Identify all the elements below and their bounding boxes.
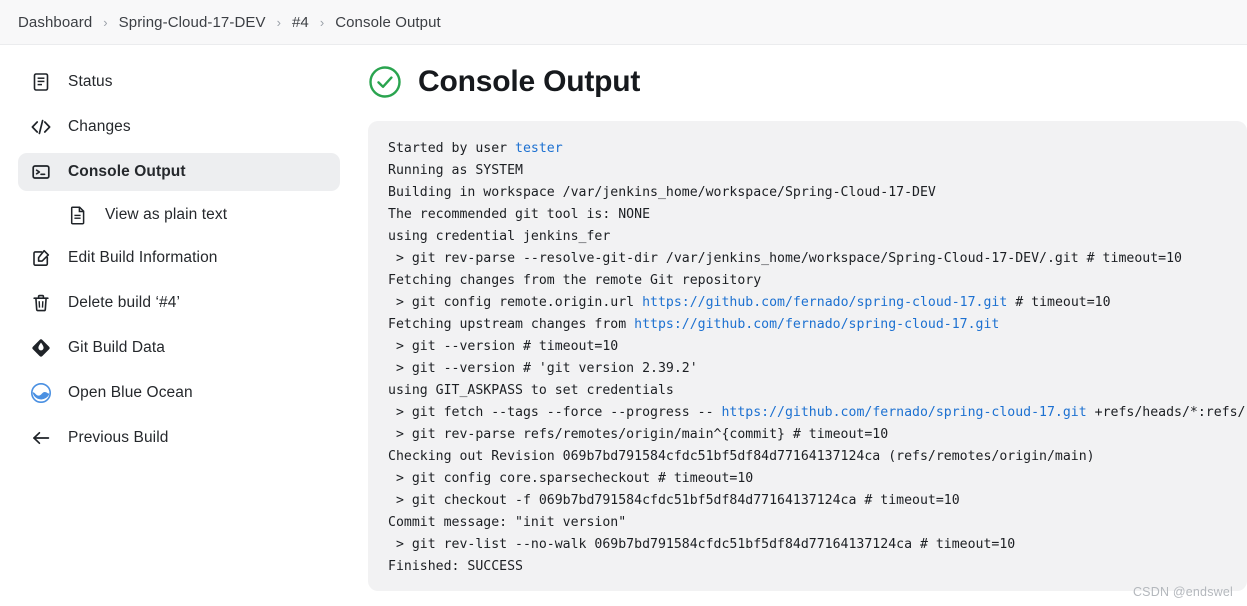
console-log-text: Checking out Revision 069b7bd791584cfdc5…	[388, 449, 1095, 464]
page-body: Status Changes Console Output View as plain…	[0, 45, 1247, 606]
console-log-line: Running as SYSTEM	[388, 160, 1247, 182]
sidebar-item-label: Git Build Data	[68, 339, 166, 356]
console-log-line: > git fetch --tags --force --progress --…	[388, 402, 1247, 424]
breadcrumb-item: Console Output	[335, 13, 441, 31]
console-log-link[interactable]: tester	[515, 141, 563, 156]
sidebar-item-label: Changes	[68, 118, 131, 135]
sidebar-item-changes[interactable]: Changes	[18, 108, 340, 146]
sidebar: Status Changes Console Output View as plain…	[0, 45, 360, 606]
sidebar-item-label: Edit Build Information	[68, 249, 218, 266]
breadcrumb-bar: Dashboard › Spring-Cloud-17-DEV › #4 › Console…	[0, 0, 1247, 45]
breadcrumb-item[interactable]: #4	[292, 14, 309, 31]
code-brackets-icon	[30, 116, 52, 138]
console-log-line: Fetching changes from the remote Git rep…	[388, 270, 1247, 292]
sidebar-item-console-output[interactable]: Console Output	[18, 153, 340, 191]
document-lines-icon	[30, 71, 52, 93]
console-log-link[interactable]: https://github.com/fernado/spring-cloud-…	[634, 317, 999, 332]
console-log-line: > git config core.sparsecheckout # timeo…	[388, 468, 1247, 490]
breadcrumb-separator: ›	[103, 14, 108, 30]
console-log-link[interactable]: https://github.com/fernado/spring-cloud-…	[721, 405, 1086, 420]
breadcrumb-separator: ›	[319, 14, 325, 30]
console-log-text: > git --version # 'git version 2.39.2'	[388, 361, 698, 376]
console-log-text: > git config core.sparsecheckout # timeo…	[388, 471, 754, 486]
sidebar-item-status[interactable]: Status	[18, 63, 340, 101]
console-log-text: using GIT_ASKPASS to set credentials	[388, 383, 674, 398]
console-log-link[interactable]: https://github.com/fernado/spring-cloud-…	[642, 295, 1007, 310]
success-check-circle-icon	[368, 65, 402, 99]
console-log-line: Started by user tester	[388, 138, 1247, 160]
console-log-text: Fetching changes from the remote Git rep…	[388, 273, 762, 288]
file-text-icon	[67, 204, 89, 226]
console-log-line: Building in workspace /var/jenkins_home/…	[388, 182, 1247, 204]
console-log-text: using credential jenkins_fer	[388, 229, 611, 244]
console-log-line: Checking out Revision 069b7bd791584cfdc5…	[388, 446, 1247, 468]
page-title: Console Output	[418, 65, 641, 98]
breadcrumb-separator: ›	[276, 14, 281, 30]
console-log-line: using credential jenkins_fer	[388, 226, 1247, 248]
console-log-text: > git rev-parse --resolve-git-dir /var/j…	[388, 251, 1182, 266]
console-log-text: > git rev-list --no-walk 069b7bd791584cf…	[388, 537, 1016, 552]
terminal-icon	[30, 161, 52, 183]
console-log-text: Commit message: "init version"	[388, 515, 627, 530]
sidebar-item-label: Previous Build	[68, 429, 169, 446]
console-log-line: > git --version # 'git version 2.39.2'	[388, 358, 1247, 380]
console-log-text: > git --version # timeout=10	[388, 339, 619, 354]
console-log-line: The recommended git tool is: NONE	[388, 204, 1247, 226]
console-log-line: using GIT_ASKPASS to set credentials	[388, 380, 1247, 402]
console-log-text: > git rev-parse refs/remotes/origin/main…	[388, 427, 889, 442]
sidebar-item-delete-build-4[interactable]: Delete build ‘#4’	[18, 284, 340, 322]
console-log-line: > git rev-parse refs/remotes/origin/main…	[388, 424, 1247, 446]
console-log-text: Running as SYSTEM	[388, 163, 523, 178]
arrow-left-icon	[30, 427, 52, 449]
console-log-text: Building in workspace /var/jenkins_home/…	[388, 185, 936, 200]
edit-pencil-icon	[30, 247, 52, 269]
console-log-text: > git checkout -f 069b7bd791584cfdc51bf5…	[388, 493, 960, 508]
main-content: Console Output Started by user tester Run…	[360, 45, 1247, 606]
sidebar-item-git-build-data[interactable]: Git Build Data	[18, 329, 340, 367]
console-log-line: Finished: SUCCESS	[388, 556, 1247, 578]
blue-ocean-icon	[30, 382, 52, 404]
console-log-line: > git checkout -f 069b7bd791584cfdc51bf5…	[388, 490, 1247, 512]
console-log-text: Finished: SUCCESS	[388, 559, 523, 574]
console-log-text: The recommended git tool is: NONE	[388, 207, 651, 222]
console-log-text: +refs/heads/*:refs/remotes/origin/* # ti…	[1094, 405, 1247, 420]
breadcrumb: Dashboard › Spring-Cloud-17-DEV › #4 › Console…	[18, 14, 441, 31]
breadcrumb-item[interactable]: Dashboard	[18, 14, 92, 31]
console-log-line: > git --version # timeout=10	[388, 336, 1247, 358]
watermark: CSDN @endswel	[1132, 585, 1233, 599]
sidebar-item-label: View as plain text	[105, 206, 228, 223]
console-log-line: > git rev-list --no-walk 069b7bd791584cf…	[388, 534, 1247, 556]
sidebar-item-edit-build-information[interactable]: Edit Build Information	[18, 239, 340, 277]
sidebar-item-label: Console Output	[68, 163, 186, 180]
breadcrumb-item[interactable]: Spring-Cloud-17-DEV	[119, 14, 266, 31]
console-log-text: > git fetch --tags --force --progress --	[388, 405, 722, 420]
console-log-line: > git rev-parse --resolve-git-dir /var/j…	[388, 248, 1247, 270]
console-log-line: > git config remote.origin.url https://g…	[388, 292, 1247, 314]
console-log-text: Started by user	[388, 141, 516, 156]
console-log-text: # timeout=10	[1007, 295, 1111, 310]
console-log-text: > git config remote.origin.url	[388, 295, 643, 310]
sidebar-item-previous-build[interactable]: Previous Build	[18, 419, 340, 457]
console-log-line: Fetching upstream changes from https://g…	[388, 314, 1247, 336]
sidebar-item-label: Status	[68, 73, 113, 90]
console-log-text: Fetching upstream changes from	[388, 317, 635, 332]
sidebar-item-label: Delete build ‘#4’	[68, 294, 180, 311]
trash-icon	[30, 292, 52, 314]
sidebar-item-view-as-plain-text[interactable]: View as plain text	[55, 198, 340, 232]
console-log-line: Commit message: "init version"	[388, 512, 1247, 534]
page-title-row: Console Output	[368, 65, 1247, 99]
sidebar-item-label: Open Blue Ocean	[68, 384, 193, 401]
sidebar-item-open-blue-ocean[interactable]: Open Blue Ocean	[18, 374, 340, 412]
git-diamond-icon	[30, 337, 52, 359]
console-output-log[interactable]: Started by user tester Running as SYSTEM B…	[368, 121, 1247, 591]
